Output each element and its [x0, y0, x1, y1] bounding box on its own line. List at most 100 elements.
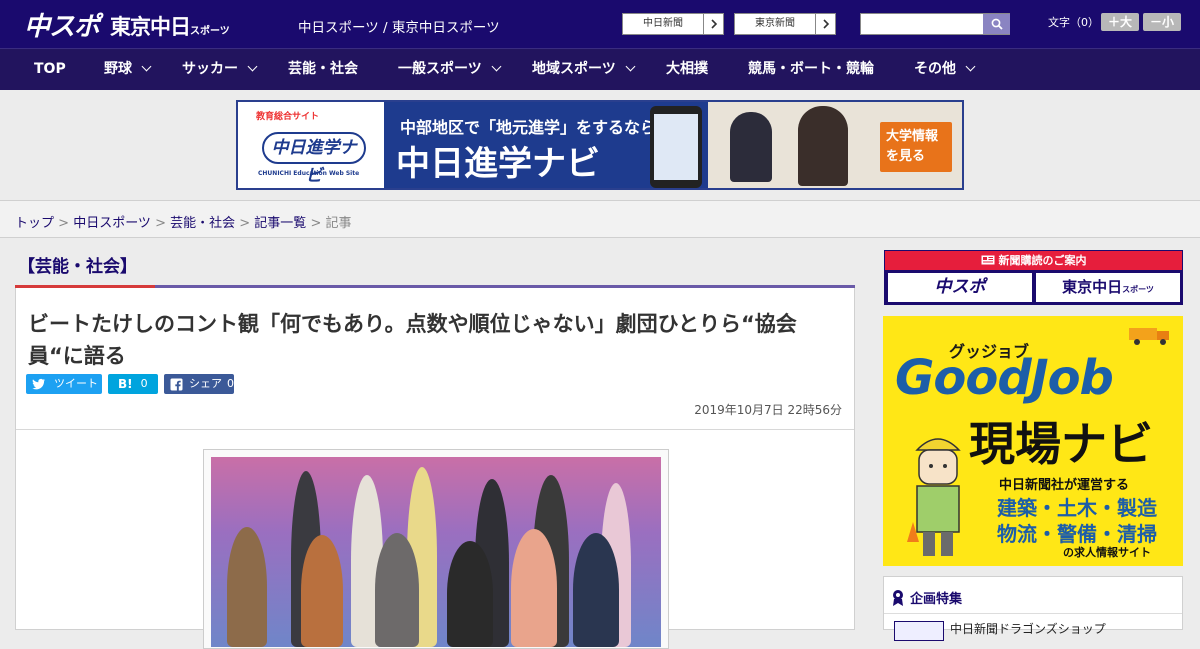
chuspo-logo[interactable]: 中スポ — [24, 6, 100, 43]
goodjob-operator: 中日新聞社が運営する — [999, 478, 1130, 493]
nav-item-entertainment[interactable]: 芸能・社会 — [288, 49, 358, 91]
photo-person — [301, 535, 343, 647]
subscription-box[interactable]: 新聞購読のご案内 中スポ 東京中日スポーツ — [884, 250, 1183, 305]
tweet-label: ツイート — [54, 377, 98, 390]
tokyo-shimbun-button[interactable]: 東京新聞 — [734, 13, 836, 35]
top-header: 中スポ 東京中日スポーツ 中日スポーツ / 東京中日スポーツ 中日新聞 東京新聞… — [0, 0, 1200, 48]
nav-label: サッカー — [182, 61, 238, 77]
photo-person — [447, 541, 493, 647]
student-image — [798, 106, 848, 186]
truck-icon — [1129, 328, 1169, 345]
subscribe-chuspo-logo[interactable]: 中スポ — [888, 273, 1032, 302]
ribbon-icon — [893, 589, 903, 606]
nav-item-baseball[interactable]: 野球 — [104, 49, 152, 91]
breadcrumb-separator: > — [235, 216, 255, 231]
nav-item-local-sports[interactable]: 地域スポーツ — [532, 49, 636, 91]
article-card: ビートたけしのコント観「何でもあり。点数や順位じゃない」劇団ひとりら“協会員“に… — [15, 288, 855, 649]
facebook-icon — [170, 378, 183, 391]
nav-item-sumo[interactable]: 大相撲 — [666, 49, 708, 91]
category-label: 【芸能・社会】 — [18, 257, 137, 277]
feature-head-label: 企画特集 — [910, 592, 963, 607]
worker-illustration — [907, 438, 961, 556]
main-nav: TOP 野球 サッカー 芸能・社会 一般スポーツ 地域スポーツ 大相撲 競馬・ボ… — [0, 48, 1200, 90]
font-bigger-button[interactable]: ＋大 — [1101, 13, 1139, 31]
nav-item-other[interactable]: その他 — [914, 49, 976, 91]
subscribe-tokyo-small: スポーツ — [1122, 285, 1154, 294]
banner-small-label: 教育総合サイト — [256, 112, 320, 122]
banner-logo: 中日進学ナビ — [262, 132, 366, 186]
nav-label: 野球 — [104, 61, 132, 77]
subscription-head-label: 新聞購読のご案内 — [998, 254, 1087, 267]
breadcrumb-entertainment[interactable]: 芸能・社会 — [170, 216, 235, 231]
goodjob-title: GoodJob — [895, 350, 1114, 406]
search-box — [860, 13, 1010, 35]
goodjob-industries-2: 物流・警備・清掃 — [997, 522, 1157, 546]
font-size-label: 文字（0） — [1048, 16, 1099, 29]
twitter-icon — [32, 378, 45, 390]
tweet-button[interactable]: ツイート — [26, 374, 102, 394]
nav-label: 大相撲 — [666, 61, 708, 77]
tokyo-shimbun-label: 東京新聞 — [755, 18, 795, 29]
breadcrumb-separator: > — [150, 216, 171, 231]
nav-label: 芸能・社会 — [288, 61, 358, 77]
font-smaller-button[interactable]: －小 — [1143, 13, 1181, 31]
hatena-icon: B! — [118, 377, 133, 391]
hatena-count: 0 — [140, 377, 148, 390]
chunichi-shimbun-button[interactable]: 中日新聞 — [622, 13, 724, 35]
photo-person — [511, 529, 557, 647]
breadcrumb: トップ > 中日スポーツ > 芸能・社会 > 記事一覧 > 記事 — [15, 212, 352, 231]
feature-item-dragons-shop[interactable]: 中日新聞ドラゴンズショップ — [950, 620, 1106, 637]
nav-item-soccer[interactable]: サッカー — [182, 49, 258, 91]
facebook-label: シェア — [189, 377, 222, 390]
tokyo-chunichi-logo[interactable]: 東京中日スポーツ — [110, 11, 230, 41]
breadcrumb-separator: > — [54, 216, 74, 231]
article-divider — [16, 429, 854, 430]
facebook-share-button[interactable]: シェア 0 — [164, 374, 234, 394]
banner-logo-area: 教育総合サイト 中日進学ナビ CHUNICHI Education Web Si… — [238, 102, 384, 188]
chevron-down-icon — [141, 61, 152, 72]
nav-item-top[interactable]: TOP — [34, 49, 66, 91]
facebook-count: 0 — [227, 377, 234, 390]
goodjob-subtitle: 現場ナビ — [969, 417, 1153, 471]
nav-item-racing[interactable]: 競馬・ボート・競輪 — [748, 49, 874, 91]
hatena-bookmark-button[interactable]: B! 0 — [108, 374, 158, 394]
chevron-down-icon — [491, 61, 502, 72]
banner-headline-1: 中部地区で「地元進学」をするなら — [400, 118, 657, 137]
photo-person — [227, 527, 267, 647]
student-image — [730, 112, 772, 182]
breadcrumb-current: 記事 — [325, 216, 352, 231]
site-title: 中日スポーツ / 東京中日スポーツ — [298, 20, 500, 36]
chunichi-shimbun-label: 中日新聞 — [643, 18, 683, 29]
search-input[interactable] — [861, 14, 983, 34]
article-date: 2019年10月7日 22時56分 — [694, 403, 842, 417]
search-button[interactable] — [983, 14, 1010, 34]
article-photo — [211, 457, 661, 647]
chevron-right-icon — [703, 14, 723, 34]
banner-cta[interactable]: 大学情報を見る — [880, 122, 952, 172]
feature-divider — [884, 613, 1182, 614]
banner-photo-area: 大学情報を見る — [708, 102, 962, 188]
shingaku-navi-banner[interactable]: 教育総合サイト 中日進学ナビ CHUNICHI Education Web Si… — [236, 100, 964, 190]
goodjob-tagline: の求人情報サイト — [1063, 546, 1151, 559]
feature-thumbnail[interactable] — [894, 621, 944, 641]
search-icon — [991, 18, 1003, 30]
article-photo-frame — [203, 449, 669, 649]
feature-head: 企画特集 — [892, 588, 962, 607]
breadcrumb-chunichi-sports[interactable]: 中日スポーツ — [73, 216, 151, 231]
banner-logo-english: CHUNICHI Education Web Site — [258, 170, 360, 177]
goodjob-ad[interactable]: グッジョブ GoodJob 現場ナビ 中日新聞社が運営する 建築・土木・製造 物… — [883, 316, 1183, 566]
breadcrumb-top[interactable]: トップ — [15, 216, 54, 231]
smartphone-screen — [654, 114, 698, 180]
tokyo-logo-small: スポーツ — [190, 26, 230, 37]
feature-box: 企画特集 中日新聞ドラゴンズショップ — [883, 576, 1183, 641]
nav-label: 競馬・ボート・競輪 — [748, 61, 874, 77]
nav-item-general-sports[interactable]: 一般スポーツ — [398, 49, 502, 91]
chevron-down-icon — [625, 61, 636, 72]
nav-label: その他 — [914, 61, 956, 77]
subscribe-tokyo-logo[interactable]: 東京中日スポーツ — [1036, 273, 1180, 302]
breadcrumb-article-list[interactable]: 記事一覧 — [254, 216, 306, 231]
breadcrumb-bar: トップ > 中日スポーツ > 芸能・社会 > 記事一覧 > 記事 — [0, 200, 1200, 238]
article-title: ビートたけしのコント観「何でもあり。点数や順位じゃない」劇団ひとりら“協会員“に… — [28, 312, 797, 368]
tokyo-logo-text: 東京中日 — [110, 15, 191, 39]
banner-headline-area: 中部地区で「地元進学」をするなら 中日進学ナビ — [384, 102, 708, 188]
